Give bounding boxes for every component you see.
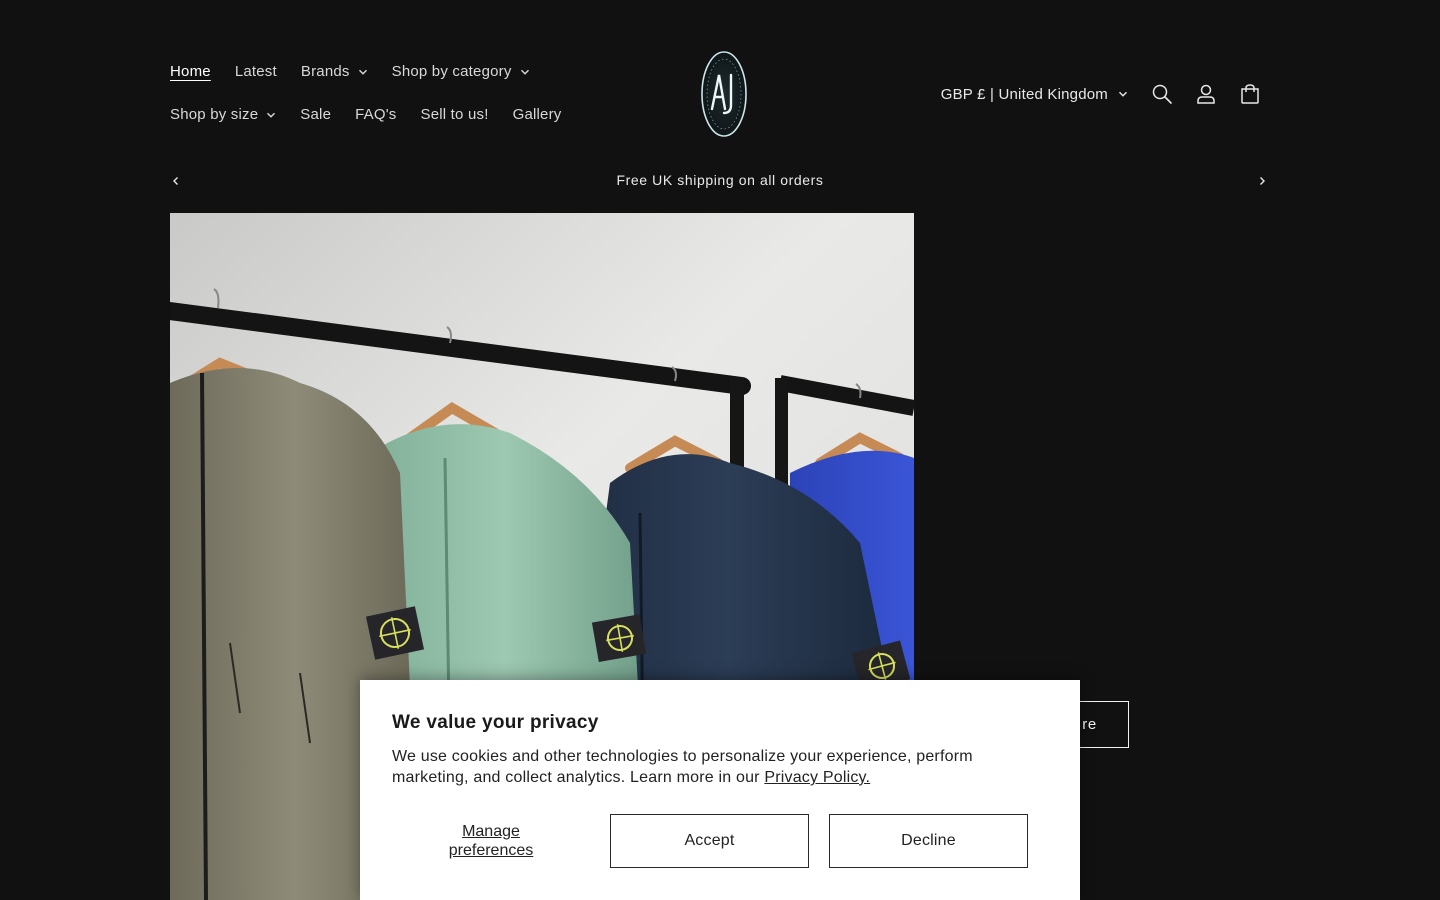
manage-label-line2: preferences [448,842,534,859]
nav-item-gallery[interactable]: Gallery [501,93,574,136]
chevron-down-icon [520,67,530,77]
header-utilities: GBP £ | United Kingdom [933,72,1272,116]
nav-item-home[interactable]: Home [158,50,223,93]
search-button[interactable] [1140,72,1184,116]
account-icon [1195,83,1217,105]
nav-item-label: Brands [300,63,350,80]
chevron-down-icon [266,110,276,120]
nav-item-shop-by-category[interactable]: Shop by category [380,50,542,93]
cart-button[interactable] [1228,72,1272,116]
main-nav: Home Latest Brands Shop by category Shop… [158,50,628,136]
chevron-down-icon [1118,89,1128,99]
currency-selector[interactable]: GBP £ | United Kingdom [933,86,1136,103]
cookie-banner-body: We use cookies and other technologies to… [392,748,973,786]
cookie-consent-banner: We value your privacy We use cookies and… [360,680,1080,900]
nav-item-shop-by-size[interactable]: Shop by size [158,93,288,136]
account-button[interactable] [1184,72,1228,116]
nav-item-label: Sale [300,106,332,123]
nav-item-latest[interactable]: Latest [223,50,289,93]
nav-item-label: Home [170,63,211,80]
announcement-text: Free UK shipping on all orders [616,172,824,188]
nav-item-label: Shop by category [391,63,512,80]
currency-label: GBP £ | United Kingdom [940,85,1108,103]
nav-item-label: Latest [234,63,277,80]
nav-item-sell-to-us[interactable]: Sell to us! [409,93,501,136]
cookie-banner-text: We use cookies and other technologies to… [392,746,1048,788]
nav-item-faqs[interactable]: FAQ's [343,93,408,136]
decline-button[interactable]: Decline [829,814,1028,868]
search-icon [1151,83,1173,105]
announcement-next-button[interactable] [1254,172,1270,190]
nav-item-label: Gallery [512,106,562,123]
cookie-actions: Manage preferences Accept Decline [392,814,1048,868]
cookie-banner-title: We value your privacy [392,712,599,733]
site-header: Home Latest Brands Shop by category Shop… [0,0,1440,160]
site-logo[interactable] [696,48,752,140]
nav-item-brands[interactable]: Brands [289,50,380,93]
hero-cta-label: re [1082,716,1097,733]
nav-item-label: Shop by size [170,106,259,123]
manage-label-line1: Manage [462,823,520,840]
chevron-down-icon [358,67,368,77]
accept-button[interactable]: Accept [610,814,809,868]
logo-graphic [701,51,747,137]
chevron-right-icon [1257,176,1267,186]
nav-item-label: FAQ's [355,106,397,123]
cart-icon [1239,83,1261,105]
manage-preferences-link[interactable]: Manage preferences [392,814,590,868]
nav-item-sale[interactable]: Sale [288,93,343,136]
announcement-bar: Free UK shipping on all orders [170,166,1270,196]
privacy-policy-link[interactable]: Privacy Policy. [764,769,870,786]
nav-item-label: Sell to us! [420,106,489,123]
